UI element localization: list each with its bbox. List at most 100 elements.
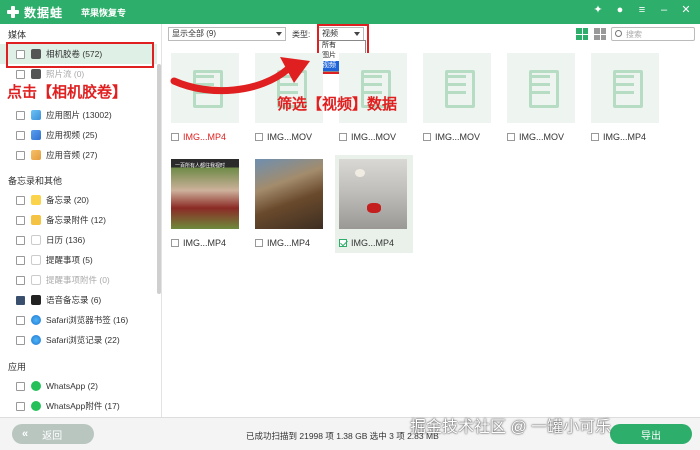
sidebar-item-voice-memos[interactable]: 语音备忘录 (6) <box>0 290 157 310</box>
filter-bar: 显示全部 (9) 类型: 视频 搜索 <box>162 24 700 46</box>
sidebar-item-label: WhatsApp (2) <box>46 381 98 391</box>
sidebar-item-whatsapp[interactable]: WhatsApp (2) <box>0 376 157 396</box>
file-name-item[interactable]: IMG...MP4 <box>255 237 335 249</box>
checkbox[interactable] <box>16 381 25 391</box>
brand-name: 数据蛙 <box>24 5 64 20</box>
voice-memo-icon <box>31 295 41 305</box>
window-controls: ✦ ● ≡ – ✕ <box>592 4 692 16</box>
annotation-filter-video: 筛选【视频】数据 <box>277 96 398 113</box>
checkbox[interactable] <box>16 130 25 140</box>
checkbox[interactable] <box>16 195 25 205</box>
audio-icon <box>31 150 41 160</box>
sidebar-item-app-photos[interactable]: 应用图片 (13002) <box>0 105 157 125</box>
gift-icon[interactable]: ✦ <box>592 4 604 16</box>
sidebar-scrollbar[interactable] <box>157 64 161 294</box>
notes-icon <box>31 195 41 205</box>
sidebar-item-notes-attachments[interactable]: 备忘录附件 (12) <box>0 210 157 230</box>
view-toggle <box>576 28 606 40</box>
menu-icon[interactable]: ≡ <box>636 4 648 16</box>
soccer-thumbnail-image: 一百所有人都往我视时 <box>171 159 239 229</box>
search-input[interactable]: 搜索 <box>611 27 695 41</box>
checkbox[interactable] <box>255 133 263 141</box>
sidebar-item-label: 备忘录附件 (12) <box>46 215 106 225</box>
file-thumbnail[interactable]: 一百所有人都往我视时 <box>167 155 245 233</box>
checkbox[interactable] <box>16 335 25 345</box>
sidebar-item-label: 应用图片 (13002) <box>46 110 112 120</box>
sidebar-item-calendar[interactable]: 日历 (136) <box>0 230 157 250</box>
checkbox[interactable] <box>16 315 25 325</box>
checkbox-checked[interactable] <box>339 239 347 247</box>
section-apps: 应用 <box>8 362 27 372</box>
file-name-item[interactable]: IMG...MP4 <box>339 237 419 249</box>
plus-logo-icon <box>6 5 20 19</box>
checkbox[interactable] <box>171 239 179 247</box>
file-thumbnail[interactable] <box>251 155 329 233</box>
photo-stream-icon <box>31 69 41 79</box>
user-icon[interactable]: ● <box>614 4 626 16</box>
checkbox[interactable] <box>16 295 25 305</box>
checkbox[interactable] <box>16 255 25 265</box>
file-thumbnail[interactable] <box>423 53 491 123</box>
file-name-item[interactable]: IMG...MP4 <box>171 131 251 143</box>
title-bar: 数据蛙 苹果恢复专 ✦ ● ≡ – ✕ <box>0 0 700 24</box>
file-thumbnail[interactable] <box>591 53 659 123</box>
close-icon[interactable]: ✕ <box>680 4 692 16</box>
sidebar-item-label: Safari浏览记录 (22) <box>46 335 120 345</box>
checkbox[interactable] <box>423 133 431 141</box>
search-icon <box>615 30 622 37</box>
file-name-item[interactable]: IMG...MOV <box>423 131 503 143</box>
sidebar-item-label: Safari浏览器书签 (16) <box>46 315 129 325</box>
list-view-icon[interactable] <box>594 28 606 40</box>
sidebar-item-label: 提醒事项 (5) <box>46 255 93 265</box>
file-name: IMG...MP4 <box>183 238 227 248</box>
safari-icon <box>31 335 41 345</box>
file-name-item[interactable]: IMG...MP4 <box>591 131 671 143</box>
checkbox[interactable] <box>171 133 179 141</box>
app-logo: 数据蛙 <box>6 4 63 21</box>
file-name-item[interactable]: IMG...MOV <box>339 131 419 143</box>
checkbox[interactable] <box>507 133 515 141</box>
export-button-label: 导出 <box>641 430 661 442</box>
sidebar-item-safari-bookmarks[interactable]: Safari浏览器书签 (16) <box>0 310 157 330</box>
whatsapp-icon <box>31 381 41 391</box>
reminders-attachment-icon <box>31 275 41 285</box>
checkbox[interactable] <box>16 275 25 285</box>
file-name: IMG...MP4 <box>351 238 395 248</box>
checkbox[interactable] <box>16 69 25 79</box>
checkbox[interactable] <box>339 133 347 141</box>
sidebar-item-reminders[interactable]: 提醒事项 (5) <box>0 250 157 270</box>
minimize-icon[interactable]: – <box>658 4 670 16</box>
sidebar-item-notes[interactable]: 备忘录 (20) <box>0 190 157 210</box>
checkbox[interactable] <box>255 239 263 247</box>
thumbnail-caption: 一百所有人都往我视时 <box>175 163 226 169</box>
section-media: 媒体 <box>8 30 27 40</box>
back-button[interactable]: « 返回 <box>12 424 94 444</box>
file-name: IMG...MOV <box>267 132 312 142</box>
app-title: 苹果恢复专 <box>81 7 127 18</box>
checkbox[interactable] <box>16 215 25 225</box>
sidebar-item-app-audio[interactable]: 应用音频 (27) <box>0 145 157 165</box>
whatsapp-icon <box>31 401 41 411</box>
chevron-down-icon <box>276 32 282 36</box>
grid-view-icon[interactable] <box>576 28 588 40</box>
checkbox[interactable] <box>591 133 599 141</box>
file-name-item[interactable]: IMG...MOV <box>255 131 335 143</box>
checkbox[interactable] <box>16 110 25 120</box>
sidebar-item-reminders-attachments[interactable]: 提醒事项附件 (0) <box>0 270 157 290</box>
file-thumbnail[interactable] <box>507 53 575 123</box>
checkbox[interactable] <box>16 150 25 160</box>
sidebar-item-label: 应用音频 (27) <box>46 150 98 160</box>
file-name: IMG...MP4 <box>183 132 227 142</box>
checkbox[interactable] <box>16 401 25 411</box>
export-button[interactable]: 导出 <box>610 424 692 444</box>
file-name-item[interactable]: IMG...MP4 <box>171 237 251 249</box>
sidebar-item-safari-history[interactable]: Safari浏览记录 (22) <box>0 330 157 350</box>
sidebar-item-whatsapp-attachments[interactable]: WhatsApp附件 (17) <box>0 396 157 416</box>
photo-icon <box>31 110 41 120</box>
calendar-icon <box>31 235 41 245</box>
tree-thumbnail-image <box>255 159 323 229</box>
show-all-select[interactable]: 显示全部 (9) <box>168 27 286 41</box>
file-name-item[interactable]: IMG...MOV <box>507 131 587 143</box>
sidebar-item-app-videos[interactable]: 应用视频 (25) <box>0 125 157 145</box>
checkbox[interactable] <box>16 235 25 245</box>
